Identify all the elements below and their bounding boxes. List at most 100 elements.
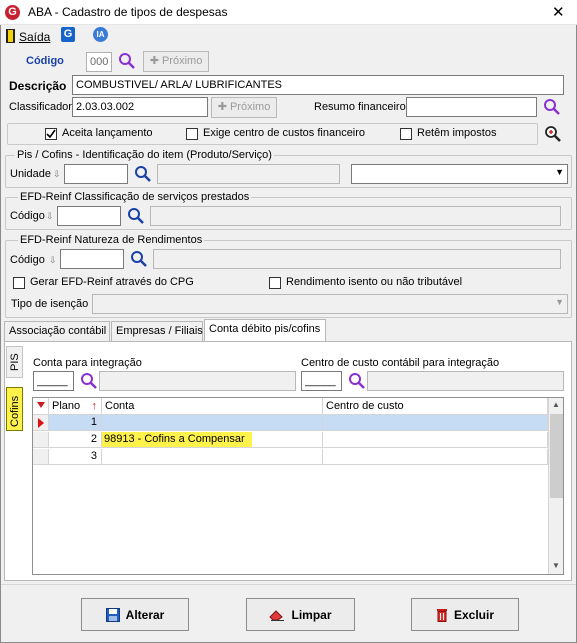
grid-cell-conta[interactable]: 98913 - Cofins a Compensar [102, 432, 323, 448]
unidade-input[interactable] [64, 164, 128, 184]
codigo-label: Código [26, 55, 64, 67]
efd-classificacao-codigo-input[interactable] [57, 206, 121, 226]
side-tab-cofins-label: Cofins [9, 395, 21, 427]
retem-impostos-label: Retêm impostos [417, 127, 497, 139]
efd-natureza-legend: EFD-Reinf Natureza de Rendimentos [18, 234, 205, 246]
conta-integracao-input[interactable] [33, 371, 74, 391]
scroll-up-icon[interactable]: ▲ [552, 400, 560, 409]
current-row-icon [38, 418, 44, 428]
classificador-input[interactable] [72, 97, 208, 117]
scroll-thumb[interactable] [550, 414, 563, 498]
grid-cell-centro[interactable] [323, 415, 548, 431]
plus-icon: ✚ [217, 101, 230, 113]
excluir-button[interactable]: Excluir [411, 598, 519, 631]
conta-integracao-label: Conta para integração [33, 357, 142, 369]
grid-cell-conta[interactable] [102, 449, 323, 465]
grid-cell-conta-highlight: 98913 - Cofins a Compensar [102, 432, 252, 447]
search-icon[interactable] [130, 250, 148, 268]
exige-centro-custos-label: Exige centro de custos financeiro [203, 127, 366, 139]
grid-cell-plano[interactable]: 2 [49, 432, 102, 448]
scroll-down-icon[interactable]: ▼ [552, 561, 560, 570]
app-logo-icon: G [5, 5, 20, 20]
aceita-lancamento-label: Aceita lançamento [62, 127, 153, 139]
ia-icon[interactable]: IA [93, 27, 108, 42]
centro-custo-input[interactable] [301, 371, 342, 391]
aceita-lancamento-checkbox[interactable] [45, 128, 57, 140]
search-icon[interactable] [543, 98, 561, 116]
grid-row-indicator[interactable] [33, 449, 49, 465]
side-tab-cofins[interactable]: Cofins [6, 387, 23, 431]
search-icon[interactable] [348, 372, 366, 390]
exit-door-icon[interactable] [6, 29, 15, 43]
g-icon[interactable]: G [61, 27, 75, 42]
codigo-input[interactable] [86, 52, 112, 72]
excluir-label: Excluir [453, 607, 495, 622]
checkmark-icon [46, 129, 56, 139]
classificador-label: Classificador [9, 101, 72, 113]
search-icon[interactable] [127, 207, 145, 225]
tipo-isencao-dropdown[interactable]: ▼ [92, 294, 568, 314]
save-icon [105, 607, 120, 622]
search-icon[interactable] [80, 372, 98, 390]
search-icon[interactable] [134, 165, 152, 183]
grid-cell-plano[interactable]: 3 [49, 449, 102, 465]
zoom-icon[interactable] [544, 125, 562, 143]
efd-natureza-codigo-label: Código [10, 254, 45, 266]
sort-ascending-icon: ↑ [91, 400, 98, 412]
side-tab-pis-label: PIS [9, 353, 21, 371]
rendimento-isento-checkbox[interactable] [269, 277, 281, 289]
centro-custo-label: Centro de custo contábil para integração [301, 357, 500, 369]
retem-impostos-checkbox[interactable] [400, 128, 412, 140]
close-button[interactable]: ✕ [552, 3, 565, 21]
pis-cofins-legend: Pis / Cofins - Identificação do item (Pr… [15, 149, 274, 161]
unidade-label: Unidade [10, 168, 51, 180]
exit-button[interactable]: Saída [19, 30, 50, 44]
proximo-label: Próximo [161, 55, 203, 67]
centro-custo-description [367, 371, 564, 391]
grid-header-conta[interactable]: Conta [102, 398, 323, 415]
grid-header-plano-label: Plano [52, 400, 81, 412]
efd-natureza-codigo-input[interactable] [60, 249, 124, 269]
side-tab-pis[interactable]: PIS [6, 346, 23, 378]
grid-header-centro-custo[interactable]: Centro de custo [323, 398, 548, 415]
alterar-button[interactable]: Alterar [81, 598, 189, 631]
unidade-description [157, 164, 340, 184]
tab-conta-debito-pis-cofins[interactable]: Conta débito pis/cofins [204, 319, 326, 341]
grid-cell-conta[interactable] [102, 415, 323, 431]
gerar-efd-checkbox[interactable] [13, 277, 25, 289]
search-icon[interactable] [118, 52, 136, 70]
efd-classificacao-description [150, 206, 561, 226]
descricao-label: Descrição [9, 79, 67, 93]
grid-row-indicator[interactable] [33, 415, 49, 431]
classificador-proximo-button[interactable]: ✚ Próximo [211, 97, 277, 118]
grid-cell-centro[interactable] [323, 449, 548, 465]
plus-icon: ✚ [149, 55, 162, 67]
limpar-label: Limpar [291, 607, 332, 622]
resumo-financeiro-input[interactable] [406, 97, 537, 117]
grid-row-indicator-header [33, 398, 49, 415]
arrow-down-icon: ⇩ [46, 211, 54, 221]
proximo-label: Próximo [229, 101, 271, 113]
efd-classificacao-codigo-label: Código [10, 210, 45, 222]
chevron-down-icon: ▼ [555, 297, 564, 307]
chevron-down-icon: ▼ [555, 167, 564, 177]
proximo-button[interactable]: ✚ Próximo [143, 51, 209, 72]
grid-scrollbar[interactable]: ▲ ▼ [548, 398, 563, 574]
grid-row-indicator[interactable] [33, 432, 49, 448]
sort-indicator-icon [37, 402, 45, 408]
descricao-input[interactable] [72, 75, 564, 95]
grid-cell-centro[interactable] [323, 432, 548, 448]
exige-centro-custos-checkbox[interactable] [186, 128, 198, 140]
tab-associacao-contabil[interactable]: Associação contábil [4, 321, 110, 341]
unidade-dropdown[interactable]: ▼ [351, 164, 568, 184]
gerar-efd-label: Gerar EFD-Reinf através do CPG [30, 276, 194, 288]
arrow-down-icon: ⇩ [53, 169, 61, 179]
conta-integracao-description [99, 371, 296, 391]
arrow-down-icon: ⇩ [49, 255, 57, 265]
limpar-button[interactable]: Limpar [246, 598, 355, 631]
grid-header-plano[interactable]: Plano ↑ [49, 398, 102, 415]
tipo-isencao-label: Tipo de isenção [11, 298, 89, 310]
tab-empresas-filiais[interactable]: Empresas / Filiais [111, 321, 203, 341]
grid-cell-plano[interactable]: 1 [49, 415, 102, 431]
eraser-icon [269, 609, 285, 621]
